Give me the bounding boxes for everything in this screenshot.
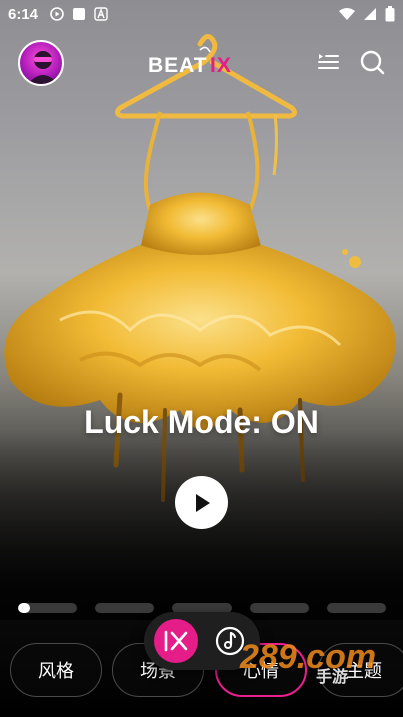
status-icons-right <box>339 6 395 22</box>
pager-segment-4 <box>249 603 309 613</box>
play-icon <box>195 493 210 512</box>
status-icons-left <box>50 7 108 21</box>
svg-text:IX: IX <box>210 54 232 77</box>
avatar-portrait-icon <box>28 51 58 84</box>
playlist-icon <box>318 54 339 69</box>
a-font-icon <box>94 7 108 21</box>
tab-style[interactable]: 风格 <box>10 643 102 697</box>
cellular-signal-icon <box>364 8 376 20</box>
top-header: BEAT IX <box>0 38 403 86</box>
pager-segment-2 <box>95 603 155 613</box>
search-button[interactable] <box>358 48 386 76</box>
tab-style-label: 风格 <box>38 661 74 681</box>
watermark-text: 289.com <box>239 638 376 676</box>
watermark-subtext: 手游 <box>316 667 348 686</box>
pager-segment-1 <box>18 603 78 613</box>
playlist-button[interactable] <box>314 48 342 76</box>
ix-logo-icon <box>164 630 188 652</box>
site-watermark: 289.com 手游 <box>239 638 376 686</box>
app-screen: 6:14 BEAT IX Luck Mode: ON 风格 场景 心情 主题 2… <box>0 0 403 717</box>
wifi-icon <box>339 8 355 20</box>
play-circle-icon <box>50 7 64 21</box>
square-app-icon <box>73 8 86 20</box>
beatix-logo: BEAT IX <box>148 46 232 77</box>
ix-button[interactable] <box>154 619 198 663</box>
pager-progress-fill <box>18 603 30 613</box>
user-avatar[interactable] <box>18 40 64 86</box>
svg-text:BEAT: BEAT <box>148 54 208 77</box>
status-time: 6:14 <box>8 5 39 23</box>
search-icon <box>360 50 385 75</box>
battery-icon <box>385 6 395 22</box>
play-button[interactable] <box>175 476 228 529</box>
hero-headline: Luck Mode: ON <box>84 404 319 440</box>
pager-segment-5 <box>326 603 387 613</box>
status-bar: 6:14 <box>0 0 403 28</box>
